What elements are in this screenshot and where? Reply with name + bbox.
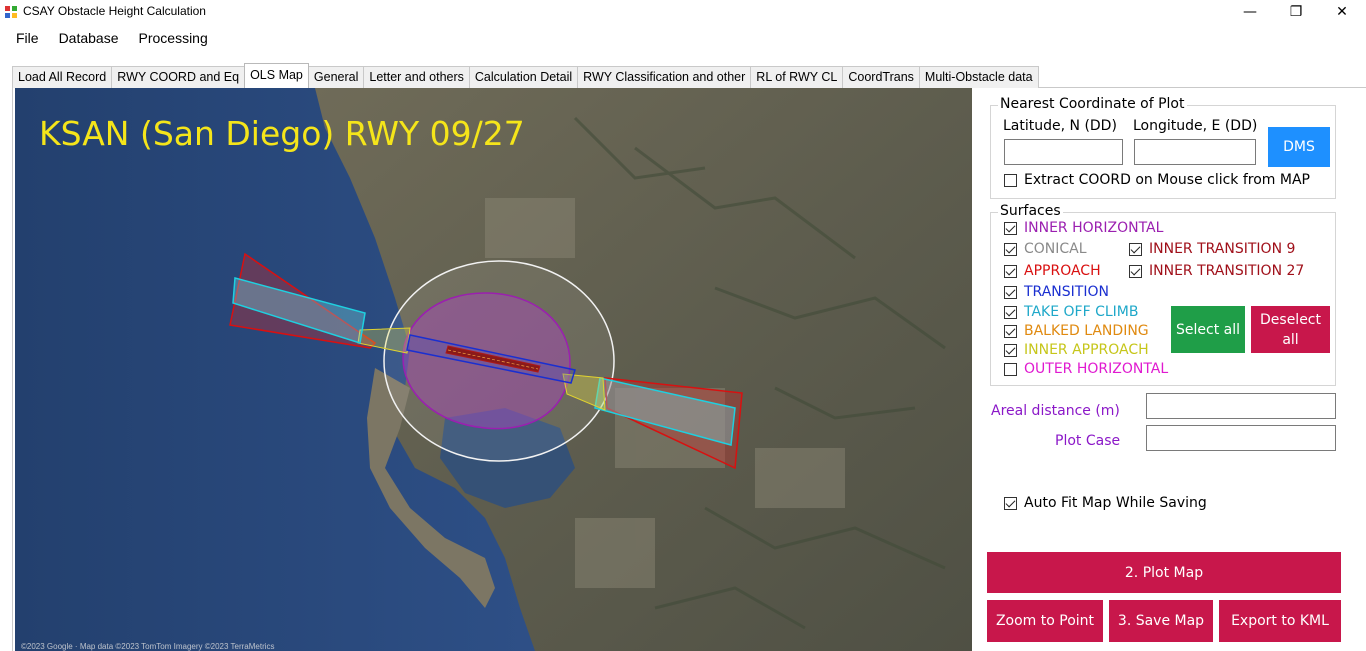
balked-landing-label: BALKED LANDING bbox=[1024, 323, 1149, 339]
inner-transition-27-label: INNER TRANSITION 27 bbox=[1149, 263, 1305, 279]
take-off-climb-check-icon[interactable] bbox=[1004, 305, 1017, 319]
balked-landing-check-icon[interactable] bbox=[1004, 324, 1017, 338]
extract-coord-check-icon[interactable] bbox=[1004, 173, 1017, 187]
auto-fit-checkbox[interactable]: Auto Fit Map While Saving bbox=[1004, 495, 1207, 511]
extract-coord-checkbox[interactable]: Extract COORD on Mouse click from MAP bbox=[1004, 172, 1310, 188]
surface-balked-landing[interactable]: BALKED LANDING bbox=[1004, 323, 1149, 339]
conical-label: CONICAL bbox=[1024, 241, 1087, 257]
zoom-to-point-button[interactable]: Zoom to Point bbox=[987, 600, 1103, 642]
auto-fit-label: Auto Fit Map While Saving bbox=[1024, 495, 1207, 511]
surfaces-title: Surfaces bbox=[998, 203, 1063, 219]
tab-rl-of-rwy-cl[interactable]: RL of RWY CL bbox=[750, 66, 844, 88]
latitude-label: Latitude, N (DD) bbox=[1003, 118, 1117, 134]
map-view[interactable]: KSAN (San Diego) RWY 09/27 ©2023 Google … bbox=[15, 88, 972, 651]
select-all-button[interactable]: Select all bbox=[1171, 306, 1245, 353]
save-map-button[interactable]: 3. Save Map bbox=[1109, 600, 1213, 642]
map-title: KSAN (San Diego) RWY 09/27 bbox=[39, 114, 525, 153]
satellite-imagery bbox=[15, 88, 972, 651]
surface-outer-horizontal[interactable]: OUTER HORIZONTAL bbox=[1004, 361, 1168, 377]
extract-coord-label: Extract COORD on Mouse click from MAP bbox=[1024, 172, 1310, 188]
auto-fit-check-icon[interactable] bbox=[1004, 496, 1017, 510]
window-title: CSAY Obstacle Height Calculation bbox=[23, 4, 206, 18]
plot-case-label: Plot Case bbox=[1055, 433, 1121, 449]
areal-distance-label: Areal distance (m) bbox=[991, 403, 1120, 419]
surface-inner-transition-9[interactable]: INNER TRANSITION 9 bbox=[1129, 241, 1295, 257]
longitude-label: Longitude, E (DD) bbox=[1133, 118, 1258, 134]
minimize-button[interactable]: — bbox=[1227, 0, 1273, 24]
tab-calculation-detail[interactable]: Calculation Detail bbox=[468, 66, 579, 88]
tab-coordtrans[interactable]: CoordTrans bbox=[842, 66, 920, 88]
outer-horizontal-label: OUTER HORIZONTAL bbox=[1024, 361, 1169, 377]
tab-strip: Load All Record RWY COORD and Eq OLS Map… bbox=[12, 63, 1039, 88]
plot-case-input[interactable] bbox=[1146, 425, 1336, 451]
menu-database[interactable]: Database bbox=[51, 26, 127, 50]
inner-transition-27-check-icon[interactable] bbox=[1129, 264, 1142, 278]
menu-processing[interactable]: Processing bbox=[131, 26, 216, 50]
approach-label: APPROACH bbox=[1024, 263, 1101, 279]
inner-transition-9-label: INNER TRANSITION 9 bbox=[1149, 241, 1296, 257]
inner-transition-9-check-icon[interactable] bbox=[1129, 242, 1142, 256]
close-button[interactable]: ✕ bbox=[1319, 0, 1365, 24]
surface-inner-approach[interactable]: INNER APPROACH bbox=[1004, 342, 1149, 358]
tab-multi-obstacle[interactable]: Multi-Obstacle data bbox=[918, 66, 1039, 88]
conical-check-icon[interactable] bbox=[1004, 242, 1017, 256]
tab-load-all-record[interactable]: Load All Record bbox=[12, 66, 113, 88]
surface-approach[interactable]: APPROACH bbox=[1004, 263, 1101, 279]
surface-inner-horizontal[interactable]: INNER HORIZONTAL bbox=[1004, 220, 1163, 236]
surface-take-off-climb[interactable]: TAKE OFF CLIMB bbox=[1004, 304, 1138, 320]
title-bar: CSAY Obstacle Height Calculation — ❐ ✕ bbox=[0, 0, 1366, 24]
areal-distance-input[interactable] bbox=[1146, 393, 1336, 419]
transition-label: TRANSITION bbox=[1024, 284, 1109, 300]
surface-transition[interactable]: TRANSITION bbox=[1004, 284, 1109, 300]
dms-button[interactable]: DMS bbox=[1268, 127, 1330, 167]
longitude-input[interactable] bbox=[1134, 139, 1256, 165]
restore-button[interactable]: ❐ bbox=[1273, 0, 1319, 24]
map-attribution: ©2023 Google · Map data ©2023 TomTom Ima… bbox=[21, 642, 275, 651]
menu-bar: File Database Processing bbox=[0, 25, 1366, 51]
inner-horizontal-check-icon[interactable] bbox=[1004, 221, 1017, 235]
surface-conical[interactable]: CONICAL bbox=[1004, 241, 1087, 257]
inner-approach-check-icon[interactable] bbox=[1004, 343, 1017, 357]
tab-general[interactable]: General bbox=[307, 66, 365, 88]
deselect-all-button[interactable]: Deselect all bbox=[1251, 306, 1330, 353]
menu-file[interactable]: File bbox=[8, 26, 47, 50]
surface-inner-transition-27[interactable]: INNER TRANSITION 27 bbox=[1129, 263, 1304, 279]
tab-letter-and-others[interactable]: Letter and others bbox=[363, 66, 470, 88]
inner-horizontal-label: INNER HORIZONTAL bbox=[1024, 220, 1164, 236]
latitude-input[interactable] bbox=[1004, 139, 1123, 165]
outer-horizontal-check-icon[interactable] bbox=[1004, 362, 1017, 376]
tab-rwy-classification[interactable]: RWY Classification and other bbox=[577, 66, 752, 88]
approach-check-icon[interactable] bbox=[1004, 264, 1017, 278]
transition-check-icon[interactable] bbox=[1004, 285, 1017, 299]
plot-map-button[interactable]: 2. Plot Map bbox=[987, 552, 1341, 593]
take-off-climb-label: TAKE OFF CLIMB bbox=[1024, 304, 1139, 320]
export-kml-button[interactable]: Export to KML bbox=[1219, 600, 1341, 642]
inner-approach-label: INNER APPROACH bbox=[1024, 342, 1149, 358]
nearest-coordinate-title: Nearest Coordinate of Plot bbox=[998, 96, 1187, 112]
app-icon bbox=[5, 6, 17, 18]
tab-rwy-coord[interactable]: RWY COORD and Eq bbox=[111, 66, 246, 88]
tab-ols-map[interactable]: OLS Map bbox=[244, 63, 309, 88]
